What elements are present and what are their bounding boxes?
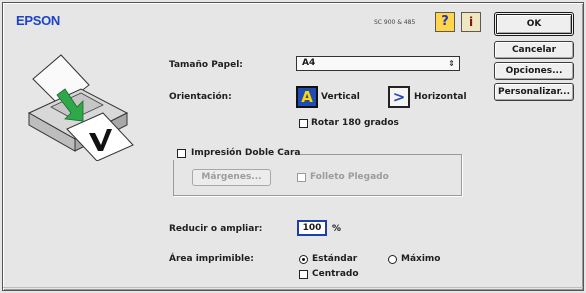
centered-label: Centrado xyxy=(312,269,359,279)
zoom-unit: % xyxy=(332,224,342,234)
landscape-orientation-icon[interactable]: > xyxy=(388,86,410,108)
cancel-button[interactable]: Cancelar xyxy=(494,41,574,59)
standard-radio[interactable] xyxy=(299,255,308,264)
printer-illustration-icon xyxy=(27,54,134,161)
printer-model-label: SC 900 & 485 xyxy=(374,19,416,26)
horizontal-label: Horizontal xyxy=(414,92,467,102)
vertical-label: Vertical xyxy=(321,92,360,102)
options-button[interactable]: Opciones... xyxy=(494,62,574,80)
help-icon[interactable]: ? xyxy=(435,12,455,32)
printer-info-icon[interactable]: i xyxy=(461,12,481,32)
select-arrows-icon: ⇕ xyxy=(448,59,455,68)
maximum-label: Máximo xyxy=(401,254,441,264)
orientation-label: Orientación: xyxy=(169,92,232,102)
page-setup-dialog: EPSON SC 900 & 485 ? i Tamaño Papel: A4 … xyxy=(2,2,584,291)
zoom-input[interactable]: 100 xyxy=(297,220,327,236)
maximum-radio[interactable] xyxy=(388,255,397,264)
paper-size-label: Tamaño Papel: xyxy=(169,60,243,70)
paper-size-select[interactable]: A4 ⇕ xyxy=(296,56,460,71)
zoom-label: Reducir o ampliar: xyxy=(169,224,263,234)
paper-size-value: A4 xyxy=(302,58,316,68)
customize-button[interactable]: Personalizar... xyxy=(494,83,574,101)
folded-booklet-checkbox[interactable] xyxy=(297,173,306,182)
rotate-180-label: Rotar 180 grados xyxy=(311,118,399,128)
folded-booklet-label: Folleto Plegado xyxy=(310,172,389,182)
rotate-180-checkbox[interactable] xyxy=(299,119,308,128)
portrait-orientation-icon[interactable]: A xyxy=(296,86,318,108)
standard-label: Estándar xyxy=(312,254,358,264)
duplex-label: Impresión Doble Cara xyxy=(191,148,301,158)
brand-logo: EPSON xyxy=(16,13,61,28)
ok-button[interactable]: OK xyxy=(494,12,574,36)
margins-button[interactable]: Márgenes... xyxy=(192,169,271,186)
duplex-checkbox[interactable] xyxy=(177,149,186,158)
centered-checkbox[interactable] xyxy=(299,270,308,279)
bottom-divider xyxy=(3,287,583,288)
printable-area-label: Área imprimible: xyxy=(169,254,254,264)
